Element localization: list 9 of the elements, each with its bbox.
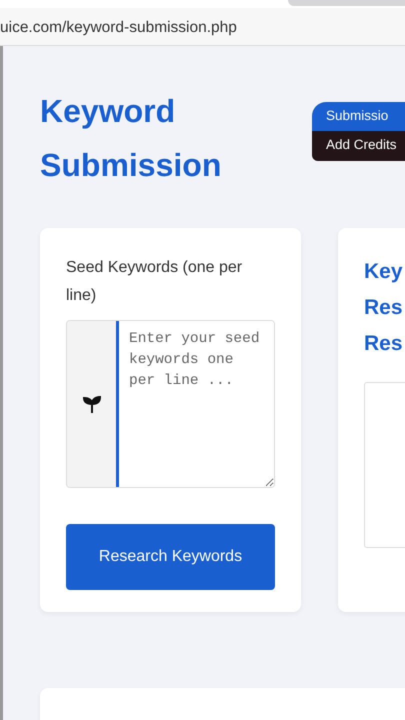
results-title: Key Res Res <box>364 259 403 357</box>
add-credits-button[interactable]: Add Credits <box>312 131 405 160</box>
page-title: Keyword Submission <box>40 92 222 185</box>
browser-tab[interactable] <box>288 0 405 6</box>
research-keywords-button[interactable]: Research Keywords <box>66 524 275 590</box>
sprout-icon <box>82 394 102 414</box>
seed-keywords-label: Seed Keywords (one per line) <box>66 258 244 306</box>
seed-keywords-field[interactable]: Enter your seed keywords one per line ... <box>66 320 275 488</box>
submission-button[interactable]: Submissio <box>312 102 405 132</box>
